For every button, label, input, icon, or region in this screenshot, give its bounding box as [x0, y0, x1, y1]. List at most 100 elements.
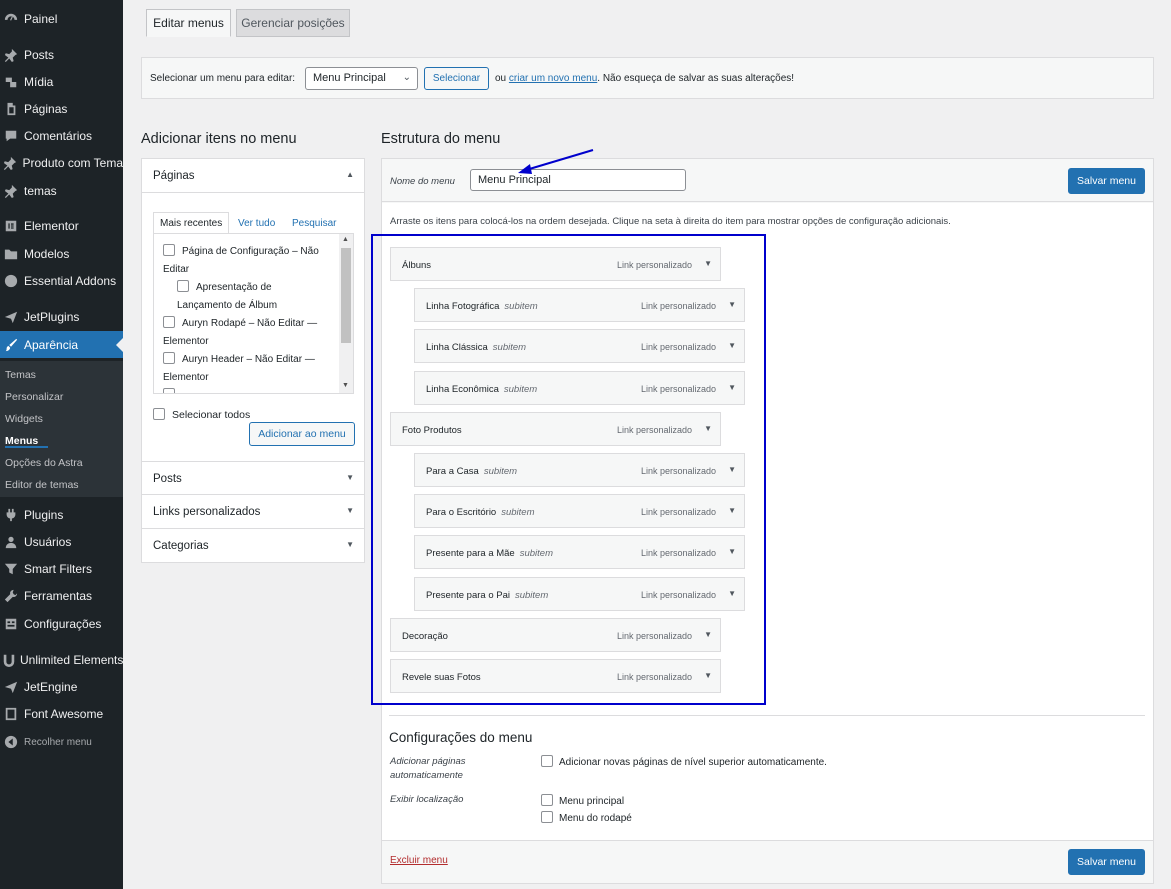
delete-menu-link[interactable]: Excluir menu	[390, 855, 448, 866]
comment-icon	[2, 128, 20, 144]
page-item-partial[interactable]	[163, 387, 182, 393]
auto-add-checkbox[interactable]: Adicionar novas páginas de nível superio…	[541, 755, 827, 768]
page-item[interactable]: Página de Configuração – Não	[163, 243, 319, 261]
submenu-item-personalizar[interactable]: Personalizar	[5, 391, 63, 403]
add-items-panel: Páginas ▲ Mais recentes Ver tudo Pesquisa…	[141, 158, 365, 563]
sidebar-item-midia[interactable]: Mídia	[0, 71, 123, 93]
expand-arrow-icon: ▼	[346, 540, 354, 549]
submenu-item-temas[interactable]: Temas	[5, 369, 36, 381]
tab-ver-tudo[interactable]: Ver tudo	[238, 212, 275, 234]
drag-instructions: Arraste os itens para colocá-los na orde…	[390, 216, 951, 227]
save-menu-button-bottom[interactable]: Salvar menu	[1068, 849, 1145, 875]
sidebar-item-unlimited-elements[interactable]: Unlimited Elements	[0, 649, 123, 671]
menu-structure-heading: Estrutura do menu	[381, 131, 501, 147]
sidebar-item-paginas[interactable]: Páginas	[0, 98, 123, 120]
sidebar-item-posts[interactable]: Posts	[0, 44, 123, 66]
checkbox[interactable]	[541, 811, 553, 823]
checkbox[interactable]	[541, 755, 553, 767]
accordion-title: Posts	[153, 473, 182, 485]
save-menu-button[interactable]: Salvar menu	[1068, 168, 1145, 194]
submenu-item-opcoes-astra[interactable]: Opções do Astra	[5, 457, 83, 469]
page-label-continued: Elementor	[163, 372, 209, 383]
page-item[interactable]: Apresentação de	[177, 279, 272, 297]
sidebar-item-painel[interactable]: Painel	[0, 8, 123, 30]
jet-icon	[2, 309, 20, 325]
checkbox[interactable]	[177, 280, 189, 292]
accordion-posts[interactable]: Posts ▼	[142, 461, 364, 495]
chevron-down-icon: ⌄	[402, 72, 411, 83]
menu-name-label: Nome do menu	[390, 176, 455, 187]
tab-mais-recentes[interactable]: Mais recentes	[153, 212, 230, 234]
select-all-label: Selecionar todos	[172, 409, 251, 421]
sidebar-item-produto-com-tema[interactable]: Produto com Tema	[0, 152, 123, 174]
menu-settings-title: Configurações do menu	[389, 730, 533, 745]
accordion-title: Páginas	[153, 170, 195, 182]
page-label-continued: Editar	[163, 264, 190, 275]
sidebar-item-configuracoes[interactable]: Configurações	[0, 613, 123, 635]
scroll-down-icon[interactable]: ▼	[342, 382, 349, 389]
sidebar-item-modelos[interactable]: Modelos	[0, 243, 123, 265]
scrollbar-thumb[interactable]	[341, 248, 351, 343]
accordion-categorias[interactable]: Categorias ▼	[142, 529, 364, 563]
sidebar-item-label: Comentários	[24, 129, 93, 143]
create-new-menu-link[interactable]: criar um novo menu	[509, 73, 597, 84]
select-all-checkbox[interactable]: Selecionar todos	[153, 408, 250, 421]
accordion-paginas[interactable]: Páginas ▲	[142, 159, 364, 193]
sidebar-item-essential-addons[interactable]: Essential Addons	[0, 270, 123, 292]
ea-icon	[2, 273, 20, 289]
arrow-annotation-icon	[518, 149, 594, 174]
menu-footer: Excluir menu Salvar menu	[381, 840, 1154, 884]
checkbox[interactable]	[153, 408, 165, 420]
page-item[interactable]: Auryn Rodapé – Não Editar —	[163, 315, 317, 333]
page-label: Apresentação de	[196, 282, 272, 293]
tab-pesquisar[interactable]: Pesquisar	[292, 212, 336, 234]
menu-select-dropdown[interactable]: Menu Principal ⌄	[305, 67, 418, 90]
select-bar-hint: ou criar um novo menu. Não esqueça de sa…	[495, 73, 794, 84]
submenu-item-editor-temas[interactable]: Editor de temas	[5, 479, 79, 491]
page-label: Página de Configuração – Não	[182, 246, 319, 257]
sidebar-item-label: Modelos	[24, 247, 70, 261]
sidebar-item-jetengine[interactable]: JetEngine	[0, 676, 123, 698]
sidebar-item-plugins[interactable]: Plugins	[0, 504, 123, 526]
sidebar-item-label: JetEngine	[24, 680, 78, 694]
submenu-item-widgets[interactable]: Widgets	[5, 413, 43, 425]
collapse-menu-button[interactable]: Recolher menu	[0, 731, 123, 753]
sidebar-item-comentarios[interactable]: Comentários	[0, 125, 123, 147]
select-button[interactable]: Selecionar	[424, 67, 489, 90]
checkbox[interactable]	[163, 244, 175, 256]
elementor-icon	[2, 218, 20, 234]
sidebar-item-label: Ferramentas	[24, 589, 93, 603]
add-to-menu-button[interactable]: Adicionar ao menu	[249, 422, 355, 446]
highlight-box-annotation	[371, 234, 766, 705]
location-menu-principal[interactable]: Menu principal	[541, 794, 624, 807]
menu-header: Nome do menu Menu Principal Salvar menu	[382, 159, 1153, 202]
pin-icon	[2, 155, 19, 171]
tab-editar-menus[interactable]: Editar menus	[146, 9, 231, 37]
sidebar-item-label: Unlimited Elements	[20, 653, 124, 667]
users-icon	[2, 534, 20, 550]
filter-icon	[2, 561, 20, 577]
tab-gerenciar-posicoes[interactable]: Gerenciar posições	[236, 9, 350, 37]
page-label-continued: Elementor	[163, 336, 209, 347]
sidebar-item-label: Font Awesome	[24, 707, 104, 721]
sidebar-item-aparencia[interactable]: Aparência	[0, 331, 123, 358]
checkbox[interactable]	[163, 316, 175, 328]
auto-add-option-label: Adicionar novas páginas de nível superio…	[559, 757, 827, 768]
sidebar-item-jetplugins[interactable]: JetPlugins	[0, 306, 123, 328]
sidebar-item-temas[interactable]: temas	[0, 180, 123, 202]
scroll-up-icon[interactable]: ▲	[342, 236, 349, 243]
sidebar-item-ferramentas[interactable]: Ferramentas	[0, 585, 123, 607]
checkbox[interactable]	[541, 794, 553, 806]
page-item[interactable]: Auryn Header – Não Editar —	[163, 351, 315, 369]
sidebar-item-font-awesome[interactable]: Font Awesome	[0, 703, 123, 725]
scrollbar[interactable]: ▲ ▼	[339, 234, 353, 393]
sidebar-item-usuarios[interactable]: Usuários	[0, 531, 123, 553]
checkbox[interactable]	[163, 352, 175, 364]
sidebar-item-elementor[interactable]: Elementor	[0, 215, 123, 237]
sidebar-item-smart-filters[interactable]: Smart Filters	[0, 558, 123, 580]
media-icon	[2, 74, 20, 90]
accordion-title: Links personalizados	[153, 506, 261, 518]
location-menu-rodape[interactable]: Menu do rodapé	[541, 811, 632, 824]
accordion-links-personalizados[interactable]: Links personalizados ▼	[142, 495, 364, 529]
checkbox[interactable]	[163, 388, 175, 393]
